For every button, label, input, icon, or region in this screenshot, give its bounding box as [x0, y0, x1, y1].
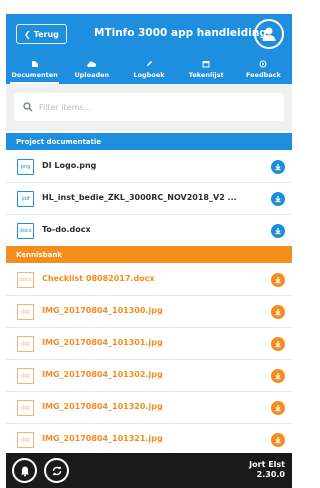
upload-cloud-icon — [87, 61, 97, 67]
refresh-icon — [52, 466, 61, 475]
file-type-icon: jpg — [17, 336, 34, 352]
user-icon — [262, 27, 276, 41]
tab-uploaden[interactable]: Uploaden — [63, 54, 120, 84]
footer-bar: Jort Elst 2.30.0 — [6, 453, 292, 488]
download-icon[interactable] — [271, 160, 285, 174]
tab-feedback[interactable]: Feedback — [235, 54, 292, 84]
download-icon[interactable] — [271, 433, 285, 447]
file-row[interactable]: pdf HL_inst_bedie_ZKL_3000RC_NOV2018_V2 … — [6, 183, 292, 215]
file-type-icon: docx — [17, 223, 34, 239]
notifications-button[interactable] — [12, 458, 37, 483]
section-header-project: Project documentatie — [6, 133, 292, 150]
file-name: Checklist 08082017.docx — [42, 274, 155, 283]
section-header-kennisbank: Kennisbank — [6, 246, 292, 263]
user-name: Jort Elst — [249, 460, 285, 469]
file-name: IMG_20170804_101321.jpg — [42, 434, 163, 443]
file-name: DI Logo.png — [42, 161, 97, 170]
app-screen: ❮ Terug MTinfo 3000 app handleiding Docu… — [0, 0, 299, 488]
tab-label: Uploaden — [74, 70, 110, 79]
tab-label: Feedback — [245, 70, 281, 79]
file-name: IMG_20170804_101301.jpg — [42, 338, 163, 347]
file-row[interactable]: png DI Logo.png — [6, 151, 292, 183]
file-type-icon: jpg — [17, 368, 34, 384]
sync-button[interactable] — [44, 458, 69, 483]
header-bar: ❮ Terug MTinfo 3000 app handleiding — [6, 14, 292, 54]
file-name: IMG_20170804_101302.jpg — [42, 370, 163, 379]
file-name: HL_inst_bedie_ZKL_3000RC_NOV2018_V2 ... — [42, 193, 237, 202]
download-icon[interactable] — [271, 305, 285, 319]
file-type-icon: docx — [17, 272, 34, 288]
filter-bar — [6, 84, 292, 131]
file-row[interactable]: jpg IMG_20170804_101301.jpg — [6, 328, 292, 360]
file-row[interactable]: docx To-do.docx — [6, 215, 292, 247]
tab-label: Tekenlijst — [188, 70, 224, 79]
bell-icon — [20, 466, 29, 476]
tab-label: Documenten — [11, 70, 58, 79]
file-row[interactable]: docx Checklist 08082017.docx — [6, 264, 292, 296]
user-profile-button[interactable] — [254, 19, 284, 49]
file-row[interactable]: jpg IMG_20170804_101321.jpg — [6, 424, 292, 456]
download-icon[interactable] — [271, 337, 285, 351]
search-icon — [23, 102, 33, 112]
file-name: IMG_20170804_101300.jpg — [42, 306, 163, 315]
tab-label: Logboek — [133, 70, 165, 79]
file-name: IMG_20170804_101320.jpg — [42, 402, 163, 411]
feedback-icon — [259, 60, 267, 67]
back-button[interactable]: ❮ Terug — [16, 24, 67, 44]
file-type-icon: jpg — [17, 304, 34, 320]
tab-documenten[interactable]: Documenten — [6, 54, 63, 84]
chevron-left-icon: ❮ — [24, 29, 31, 39]
file-row[interactable]: jpg IMG_20170804_101300.jpg — [6, 296, 292, 328]
tab-logboek[interactable]: Logboek — [120, 54, 177, 84]
download-icon[interactable] — [271, 192, 285, 206]
back-label: Terug — [33, 29, 59, 39]
app-title: MTinfo 3000 app handleiding — [94, 27, 267, 39]
calendar-icon — [202, 60, 210, 67]
filter-field[interactable] — [14, 93, 284, 121]
file-row[interactable]: jpg IMG_20170804_101302.jpg — [6, 360, 292, 392]
download-icon[interactable] — [271, 401, 285, 415]
file-type-icon: png — [17, 159, 34, 175]
user-info: Jort Elst 2.30.0 — [249, 460, 285, 480]
main-tabs: Documenten Uploaden Logboek Tekenlijst F… — [6, 54, 292, 84]
file-name: To-do.docx — [42, 225, 91, 234]
pen-icon — [147, 60, 152, 66]
download-icon[interactable] — [271, 369, 285, 383]
file-type-icon: pdf — [17, 191, 34, 207]
app-version: 2.30.0 — [256, 470, 285, 479]
download-icon[interactable] — [271, 224, 285, 238]
filter-input[interactable] — [39, 102, 269, 112]
document-icon — [31, 60, 38, 67]
download-icon[interactable] — [271, 273, 285, 287]
tab-tekenlijst[interactable]: Tekenlijst — [178, 54, 235, 84]
file-row[interactable]: jpg IMG_20170804_101320.jpg — [6, 392, 292, 424]
file-type-icon: jpg — [17, 432, 34, 448]
file-type-icon: jpg — [17, 400, 34, 416]
